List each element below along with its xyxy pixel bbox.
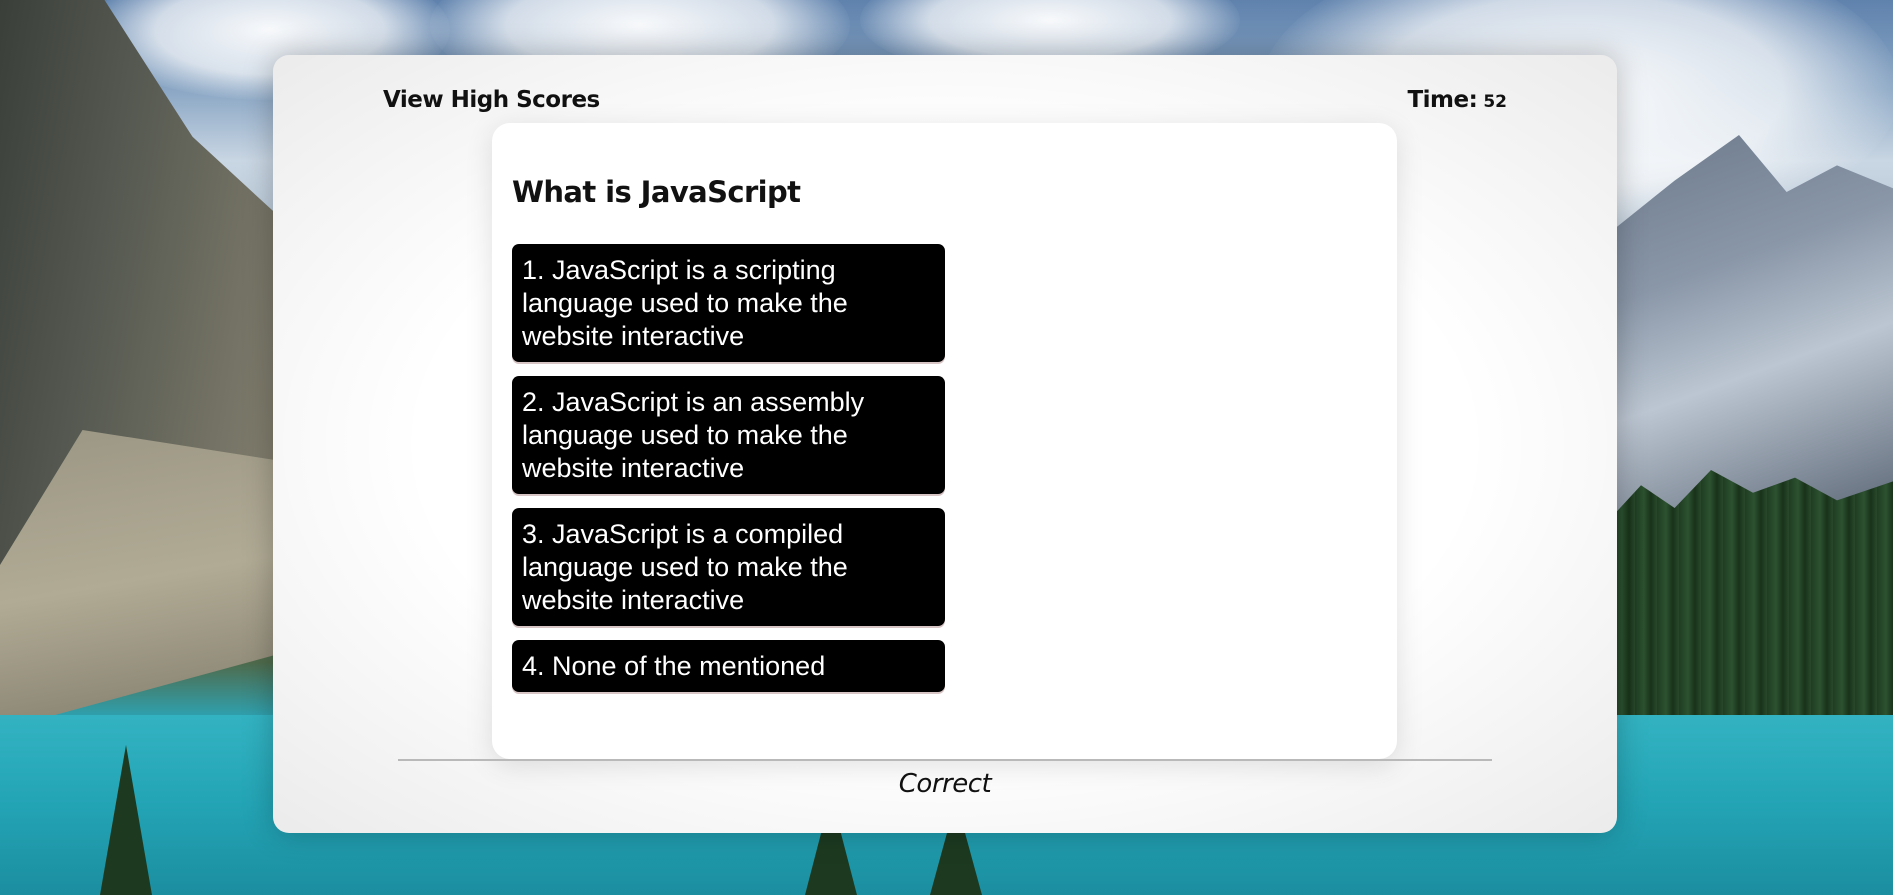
result-divider — [398, 759, 1492, 761]
answer-choices: 1. JavaScript is a scripting language us… — [512, 244, 945, 692]
question-title: What is JavaScript — [512, 175, 801, 209]
view-high-scores-link[interactable]: View High Scores — [383, 87, 600, 113]
timer: Time: 52 — [1407, 87, 1507, 113]
tree — [100, 745, 152, 895]
result-feedback: Correct — [898, 769, 992, 799]
answer-choice-4[interactable]: 4. None of the mentioned — [512, 640, 945, 692]
quiz-container: View High Scores Time: 52 What is JavaSc… — [273, 55, 1617, 833]
question-card: What is JavaScript 1. JavaScript is a sc… — [492, 123, 1397, 759]
timer-label: Time: — [1407, 87, 1478, 113]
answer-choice-2[interactable]: 2. JavaScript is an assembly language us… — [512, 376, 945, 494]
answer-choice-3[interactable]: 3. JavaScript is a compiled language use… — [512, 508, 945, 626]
timer-value: 52 — [1483, 92, 1507, 112]
answer-choice-1[interactable]: 1. JavaScript is a scripting language us… — [512, 244, 945, 362]
